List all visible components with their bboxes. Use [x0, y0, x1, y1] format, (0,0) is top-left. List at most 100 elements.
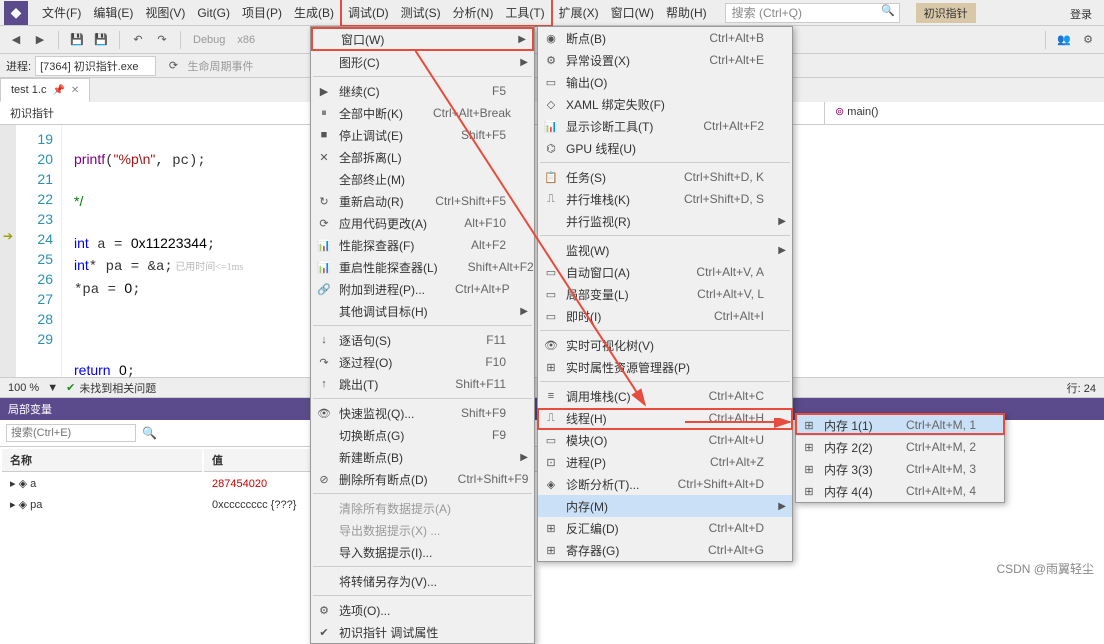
menu-tools[interactable]: 工具(T)	[499, 0, 550, 25]
menu-item[interactable]: ■停止调试(E)Shift+F5	[311, 124, 534, 146]
menu-shortcut: Ctrl+Alt+U	[709, 433, 764, 447]
locals-search[interactable]	[6, 424, 136, 442]
menu-item[interactable]: 全部终止(M)	[311, 168, 534, 190]
menu-item[interactable]: ▭即时(I)Ctrl+Alt+I	[538, 305, 792, 327]
menu-icon: ⌬	[542, 142, 560, 155]
menu-item[interactable]: 👁快速监视(Q)...Shift+F9	[311, 402, 534, 424]
menu-item[interactable]: ◈诊断分析(T)...Ctrl+Shift+Alt+D	[538, 473, 792, 495]
menu-item[interactable]: ⊞内存 3(3)Ctrl+Alt+M, 3	[796, 458, 1004, 480]
menu-item[interactable]: ⊞反汇编(D)Ctrl+Alt+D	[538, 517, 792, 539]
process-combo[interactable]: [7364] 初识指针.exe	[35, 56, 155, 76]
menu-item[interactable]: 监视(W)▶	[538, 239, 792, 261]
indicator-margin[interactable]: ➔	[0, 125, 16, 377]
menu-item[interactable]: ⊞内存 1(1)Ctrl+Alt+M, 1	[796, 414, 1004, 436]
menu-item[interactable]: ▭自动窗口(A)Ctrl+Alt+V, A	[538, 261, 792, 283]
platform-config[interactable]: x86	[233, 34, 259, 46]
menu-git[interactable]: Git(G)	[191, 2, 236, 24]
menu-build[interactable]: 生成(B)	[288, 0, 340, 25]
pin-icon[interactable]: 📌	[52, 85, 64, 96]
right-crumb[interactable]: main()	[847, 106, 878, 118]
menu-item[interactable]: 导出数据提示(X) ...	[311, 519, 534, 541]
save-all-icon[interactable]: 💾	[91, 30, 111, 50]
menu-item[interactable]: 📊重启性能探查器(L)Shift+Alt+F2	[311, 256, 534, 278]
menu-item[interactable]: ⊞寄存器(G)Ctrl+Alt+G	[538, 539, 792, 561]
menu-item[interactable]: ◇XAML 绑定失败(F)	[538, 93, 792, 115]
menu-icon: 📊	[315, 261, 333, 274]
debug-config[interactable]: Debug	[189, 34, 229, 46]
col-name[interactable]: 名称	[2, 449, 202, 472]
menu-item[interactable]: 切换断点(G)F9	[311, 424, 534, 446]
menu-item[interactable]: 窗口(W)▶	[311, 27, 534, 51]
menu-item[interactable]: ▶继续(C)F5	[311, 80, 534, 102]
menu-project[interactable]: 项目(P)	[236, 0, 288, 25]
menu-help[interactable]: 帮助(H)	[660, 0, 713, 25]
menu-item[interactable]: ⚙选项(O)...	[311, 599, 534, 621]
lifecycle-icon[interactable]: ⟳	[164, 56, 184, 76]
menu-item[interactable]: ⌬GPU 线程(U)	[538, 137, 792, 159]
menu-item[interactable]: ↑跳出(T)Shift+F11	[311, 373, 534, 395]
menu-item[interactable]: ▭模块(O)Ctrl+Alt+U	[538, 429, 792, 451]
menu-item[interactable]: ⊡进程(P)Ctrl+Alt+Z	[538, 451, 792, 473]
solution-name: 初识指针	[916, 3, 976, 23]
close-icon[interactable]: ✕	[71, 85, 79, 96]
menu-item[interactable]: ⊞实时属性资源管理器(P)	[538, 356, 792, 378]
live-share-icon[interactable]: 👥	[1054, 30, 1074, 50]
menu-item[interactable]: ⊘删除所有断点(D)Ctrl+Shift+F9	[311, 468, 534, 490]
menu-item[interactable]: 并行监视(R)▶	[538, 210, 792, 232]
submenu-arrow-icon: ▶	[778, 245, 786, 256]
menu-item[interactable]: 📊性能探查器(F)Alt+F2	[311, 234, 534, 256]
menu-file[interactable]: 文件(F)	[36, 0, 87, 25]
fwd-icon[interactable]: ▶	[30, 30, 50, 50]
menu-shortcut: Shift+Alt+F2	[468, 260, 534, 274]
menu-item[interactable]: ⚙异常设置(X)Ctrl+Alt+E	[538, 49, 792, 71]
menu-item[interactable]: 内存(M)▶	[538, 495, 792, 517]
tab-file[interactable]: test 1.c 📌 ✕	[0, 78, 90, 102]
menu-item[interactable]: ⏸全部中断(K)Ctrl+Alt+Break	[311, 102, 534, 124]
menu-analyze[interactable]: 分析(N)	[447, 0, 500, 25]
save-icon[interactable]: 💾	[67, 30, 87, 50]
menu-icon: ⊞	[542, 522, 560, 535]
menu-item[interactable]: 将转储另存为(V)...	[311, 570, 534, 592]
redo-icon[interactable]: ↷	[152, 30, 172, 50]
menu-window[interactable]: 窗口(W)	[605, 0, 660, 25]
menu-item[interactable]: 导入数据提示(I)...	[311, 541, 534, 563]
menu-debug[interactable]: 调试(D)	[342, 0, 395, 25]
menu-view[interactable]: 视图(V)	[139, 0, 191, 25]
menu-item[interactable]: ✔初识指针 调试属性	[311, 621, 534, 643]
menu-test[interactable]: 测试(S)	[395, 0, 447, 25]
menu-item[interactable]: 其他调试目标(H)▶	[311, 300, 534, 322]
menu-item[interactable]: 🔗附加到进程(P)...Ctrl+Alt+P	[311, 278, 534, 300]
menu-item[interactable]: ↻重新启动(R)Ctrl+Shift+F5	[311, 190, 534, 212]
undo-icon[interactable]: ↶	[128, 30, 148, 50]
login-link[interactable]: 登录	[1070, 6, 1092, 22]
menu-item[interactable]: ↷逐过程(O)F10	[311, 351, 534, 373]
menu-item[interactable]: ✕全部拆离(L)	[311, 146, 534, 168]
menu-item[interactable]: 图形(C)▶	[311, 51, 534, 73]
menu-icon: 📊	[542, 120, 560, 133]
settings-icon[interactable]: ⚙	[1078, 30, 1098, 50]
menu-extensions[interactable]: 扩展(X)	[553, 0, 605, 25]
menu-item[interactable]: 👁实时可视化树(V)	[538, 334, 792, 356]
breadcrumb[interactable]: 初识指针	[0, 102, 64, 124]
menu-item[interactable]: ⊞内存 4(4)Ctrl+Alt+M, 4	[796, 480, 1004, 502]
menu-icon: ⊞	[542, 361, 560, 374]
menu-item[interactable]: ◉断点(B)Ctrl+Alt+B	[538, 27, 792, 49]
menu-item[interactable]: ▭局部变量(L)Ctrl+Alt+V, L	[538, 283, 792, 305]
menu-item[interactable]: 新建断点(B)▶	[311, 446, 534, 468]
menu-edit[interactable]: 编辑(E)	[87, 0, 139, 25]
zoom-level[interactable]: 100 %	[8, 382, 39, 394]
back-icon[interactable]: ◀	[6, 30, 26, 50]
menu-item[interactable]: ≡调用堆栈(C)Ctrl+Alt+C	[538, 385, 792, 407]
menu-label: 跳出(T)	[339, 376, 425, 393]
menu-item[interactable]: 清除所有数据提示(A)	[311, 497, 534, 519]
menu-item[interactable]: ⟳应用代码更改(A)Alt+F10	[311, 212, 534, 234]
menu-item[interactable]: ↓逐语句(S)F11	[311, 329, 534, 351]
menu-item[interactable]: 📊显示诊断工具(T)Ctrl+Alt+F2	[538, 115, 792, 137]
menu-item[interactable]: ▭输出(O)	[538, 71, 792, 93]
search-icon[interactable]: 🔍	[142, 426, 157, 440]
menu-item[interactable]: ⎍线程(H)Ctrl+Alt+H	[538, 407, 792, 429]
search-box[interactable]: 搜索 (Ctrl+Q)	[725, 3, 900, 23]
menu-item[interactable]: 📋任务(S)Ctrl+Shift+D, K	[538, 166, 792, 188]
menu-item[interactable]: ⊞内存 2(2)Ctrl+Alt+M, 2	[796, 436, 1004, 458]
menu-item[interactable]: ⎍并行堆栈(K)Ctrl+Shift+D, S	[538, 188, 792, 210]
